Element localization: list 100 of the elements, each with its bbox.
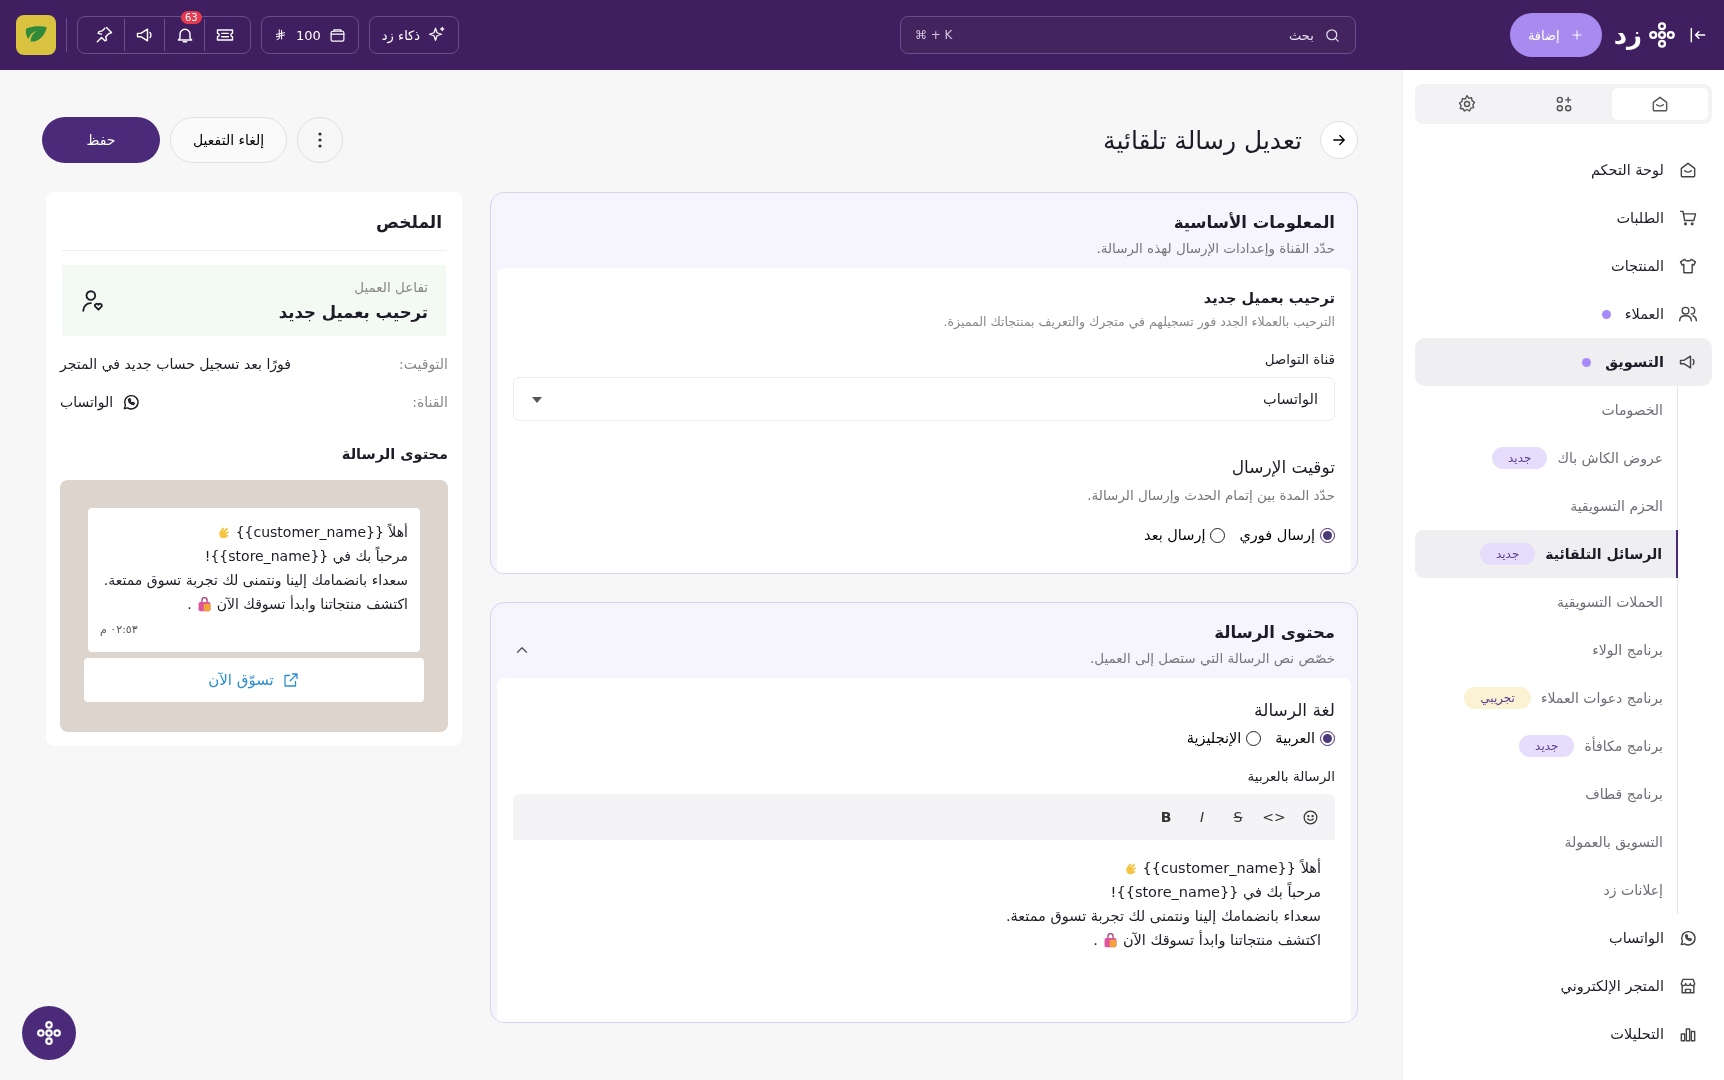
card-title: محتوى الرسالة <box>1213 623 1335 642</box>
search-field[interactable]: بحث <box>960 26 1316 44</box>
store-icon <box>1678 976 1698 996</box>
shortcut-hint: ⌘ + K <box>914 28 953 42</box>
nav-subitem[interactable]: عروض الكاش باك جديد <box>1415 434 1677 482</box>
users-icon <box>1678 304 1698 324</box>
message-line: أهلاً {{customer_name}} <box>1142 857 1321 878</box>
message-editor[interactable]: أهلاً {{customer_name}} مرحباً بك في {{store_name}}! سعداء بانضمامك إلينا ونتمنى لك تجربة تسوق ممتعة. اكتشف منتجاتنا وابدأ تسوقك الآن . <box>513 840 1335 992</box>
message-punctuation: . <box>1093 931 1098 950</box>
nav-subitem[interactable]: برنامج دعوات العملاء تجريبي <box>1415 674 1677 722</box>
nav-subitem[interactable]: برنامج قطاف <box>1415 770 1677 818</box>
save-button[interactable]: حفظ <box>42 117 160 163</box>
message-line: سعداء بانضمامك إلينا ونتمنى لك تجربة تسوق ممتعة. <box>103 571 408 591</box>
nav-item[interactable]: الطلبات <box>1415 194 1712 242</box>
section-title: لغة الرسالة <box>1253 700 1335 720</box>
wallet-button[interactable]: 100 <box>261 16 359 54</box>
section-subtitle: حدّد المدة بين إتمام الحدث وإرسال الرسالة. <box>1086 487 1335 503</box>
nav-item[interactable]: الواتساب <box>1415 914 1712 962</box>
home-icon <box>1678 160 1698 180</box>
back-button[interactable] <box>1320 121 1358 159</box>
card-subtitle: خصّص نص الرسالة التي ستصل إلى العميل. <box>1089 650 1335 666</box>
language-radio[interactable]: الإنجليزية <box>1186 730 1262 746</box>
trigger-label: تفاعل العميل <box>353 279 428 295</box>
nav-subitem[interactable]: التسويق بالعمولة <box>1415 818 1677 866</box>
collapse-sidebar-icon <box>1688 25 1708 45</box>
message-line: اكتشف منتجاتنا وابدأ تسوقك الآن <box>216 594 408 615</box>
nav-subitem[interactable]: إعلانات زد <box>1415 866 1677 914</box>
status-badge: جديد <box>1479 543 1536 565</box>
wallet-icon <box>328 26 346 44</box>
content-title: محتوى الرسالة <box>340 445 449 465</box>
section-title: توقيت الإرسال <box>1230 457 1335 477</box>
search-icon <box>1323 26 1341 44</box>
cart-icon <box>1678 208 1698 228</box>
megaphone-icon <box>1678 352 1698 372</box>
nav-subitem[interactable]: برنامج مكافأة جديد <box>1415 722 1677 770</box>
message-time: ٠٢:٥٣ م <box>100 622 139 638</box>
bold-button[interactable]: B <box>1155 806 1177 828</box>
nav-subitem[interactable]: الرسائل التلقائية جديد <box>1415 530 1678 578</box>
message-line: مرحباً بك في {{store_name}}! <box>204 545 408 567</box>
message-line: مرحباً بك في {{store_name}}! <box>1110 881 1321 903</box>
notification-badge: 63 <box>181 11 202 24</box>
external-link-icon <box>281 671 300 689</box>
sidebar-tab[interactable] <box>1611 88 1708 120</box>
timing-radio[interactable]: إرسال فوري <box>1239 527 1335 543</box>
ai-button[interactable]: ذكاء زد <box>368 16 460 54</box>
pin-icon <box>94 25 114 45</box>
nav-subitem[interactable]: الحزم التسويقية <box>1415 482 1677 530</box>
store-logo[interactable] <box>16 15 56 55</box>
trigger-value: ترحيب بعميل جديد <box>278 303 428 322</box>
timing-label: التوقيت: <box>399 356 448 372</box>
megaphone-icon <box>134 25 155 45</box>
logo-icon <box>1648 21 1676 49</box>
trigger-description: الترحيب بالعملاء الجدد فور تسجيلهم في متجرك والتعريف بمنتجاتك المميزة. <box>942 314 1335 329</box>
nav-item[interactable]: المتجر الإلكتروني <box>1415 962 1712 1010</box>
settings-icon <box>1457 94 1478 114</box>
channel-label: القناة: <box>412 394 448 410</box>
message-punctuation: . <box>187 595 192 614</box>
smiley-icon <box>1301 808 1319 826</box>
summary-title: الملخص <box>62 212 446 251</box>
field-label: قناة التواصل <box>1263 351 1335 367</box>
nav-item[interactable]: التحليلات <box>1415 1010 1712 1058</box>
message-line: سعداء بانضمامك إلينا ونتمنى لك تجربة تسوق ممتعة. <box>1005 907 1321 927</box>
message-line: اكتشف منتجاتنا وابدأ تسوقك الآن <box>1122 929 1321 951</box>
message-line: أهلاً {{customer_name}} <box>235 522 408 542</box>
page-title: تعديل رسالة تلقائية <box>1103 125 1302 155</box>
sparkle-icon <box>428 26 447 44</box>
nav-item[interactable]: التسويق <box>1415 338 1712 386</box>
whatsapp-icon <box>121 392 142 412</box>
flower-icon <box>36 1020 62 1046</box>
shop-now-button[interactable]: تسوّق الآن <box>84 658 424 702</box>
card-title: المعلومات الأساسية <box>1172 213 1335 232</box>
currency-icon <box>274 28 288 42</box>
channel-value: الواتساب <box>60 394 114 410</box>
nav-item[interactable]: المنتجات <box>1415 242 1712 290</box>
code-button[interactable]: <> <box>1263 806 1285 828</box>
trigger-title: ترحيب بعميل جديد <box>1202 290 1335 306</box>
nav-subitem[interactable]: الخصومات <box>1415 386 1677 434</box>
nav-item[interactable]: العملاء <box>1415 290 1712 338</box>
shirt-icon <box>1678 256 1698 276</box>
more-icon <box>318 132 323 148</box>
deactivate-button[interactable]: إلغاء التفعيل <box>170 117 288 163</box>
status-badge: جديد <box>1519 735 1575 757</box>
status-badge: جديد <box>1492 447 1548 469</box>
logo-text: زد <box>1613 20 1642 50</box>
status-badge: تجريبي <box>1464 687 1531 709</box>
timing-value: فورًا بعد تسجيل حساب جديد في المتجر <box>60 356 291 372</box>
field-label: الرسالة بالعربية <box>1246 768 1335 784</box>
language-radio[interactable]: العربية <box>1275 730 1335 746</box>
italic-button[interactable]: I <box>1191 806 1213 828</box>
channel-select[interactable]: الواتساب <box>513 377 1335 421</box>
nav-subitem[interactable]: الحملات التسويقية <box>1415 578 1677 626</box>
nav-subitem[interactable]: برنامج الولاء <box>1415 626 1677 674</box>
whatsapp-icon <box>1678 928 1698 948</box>
user-heart-icon <box>80 287 106 314</box>
nav-item[interactable]: لوحة التحكم <box>1415 146 1712 194</box>
card-subtitle: حدّد القناة وإعدادات الإرسال لهذه الرسالة. <box>1096 240 1335 256</box>
plus-icon <box>1569 28 1584 42</box>
help-button[interactable] <box>22 1006 76 1060</box>
timing-radio[interactable]: إرسال بعد <box>1144 527 1226 543</box>
strike-button[interactable]: S <box>1227 806 1249 828</box>
